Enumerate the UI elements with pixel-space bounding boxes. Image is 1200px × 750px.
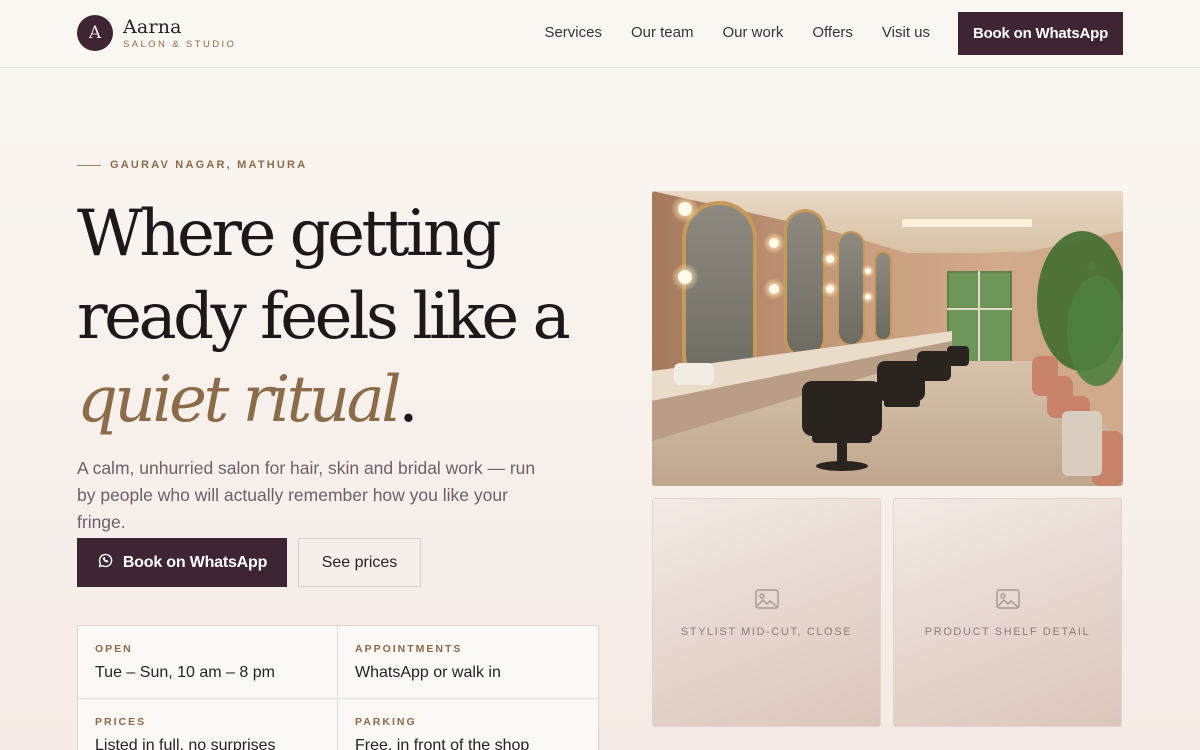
info-value: Free, in front of the shop [355,737,530,750]
info-value: Listed in full, no surprises [95,737,276,750]
brand-logo[interactable]: A Aarna SALON & STUDIO [77,15,236,51]
info-label: APPOINTMENTS [355,643,463,655]
info-grid: OPEN Tue – Sun, 10 am – 8 pm APPOINTMENT… [77,625,599,750]
nav-services[interactable]: Services [544,24,602,42]
info-appointments: APPOINTMENTS WhatsApp or walk in [338,626,598,699]
brand-monogram: A [77,15,113,51]
info-prices: PRICES Listed in full, no surprises [78,699,338,750]
book-whatsapp-label: Book on WhatsApp [122,553,268,571]
headline-line-3: quiet ritual. [77,359,617,442]
info-label: PRICES [95,716,147,728]
tile-caption: PRODUCT SHELF DETAIL [924,626,1091,638]
info-parking: PARKING Free, in front of the shop [338,699,598,750]
nav-offers[interactable]: Offers [812,24,853,42]
image-placeholder-icon [754,589,779,614]
brand-tagline: SALON & STUDIO [123,38,237,50]
whatsapp-icon [97,552,114,574]
eyebrow-rule [77,164,101,166]
info-label: OPEN [95,643,133,655]
nav-our-team[interactable]: Our team [631,24,694,42]
header-book-whatsapp-button[interactable]: Book on WhatsApp [958,12,1123,55]
headline-line-2: ready feels like a [77,280,571,354]
main-nav: Services Our team Our work Offers Visit … [544,24,930,42]
hero-headline: Where getting ready feels like a quiet r… [77,193,617,442]
info-value: WhatsApp or walk in [355,664,501,681]
info-open: OPEN Tue – Sun, 10 am – 8 pm [78,626,338,699]
headline-period: . [398,363,418,437]
book-whatsapp-button[interactable]: Book on WhatsApp [77,538,287,587]
location-eyebrow: GAURAV NAGAR, MATHURA [77,159,307,171]
nav-our-work[interactable]: Our work [723,24,784,42]
image-placeholder-icon [995,589,1020,614]
info-value: Tue – Sun, 10 am – 8 pm [95,664,275,681]
tile-caption: STYLIST MID-CUT, CLOSE [680,626,853,638]
location-text: GAURAV NAGAR, MATHURA [110,159,308,171]
gallery-tile-stylist: STYLIST MID-CUT, CLOSE [652,498,881,727]
site-header: A Aarna SALON & STUDIO Services Our team… [0,0,1200,68]
brand-text: Aarna SALON & STUDIO [123,17,236,50]
hero-description: A calm, unhurried salon for hair, skin a… [77,458,536,532]
info-label: PARKING [355,716,417,728]
brand-name: Aarna [123,15,182,38]
see-prices-button[interactable]: See prices [298,538,421,587]
salon-interior-photo [652,191,1123,486]
headline-accent: quiet ritual [77,363,402,437]
gallery-tile-product-shelf: PRODUCT SHELF DETAIL [893,498,1122,727]
headline-line-1: Where getting [77,197,502,271]
nav-visit-us[interactable]: Visit us [882,24,930,42]
